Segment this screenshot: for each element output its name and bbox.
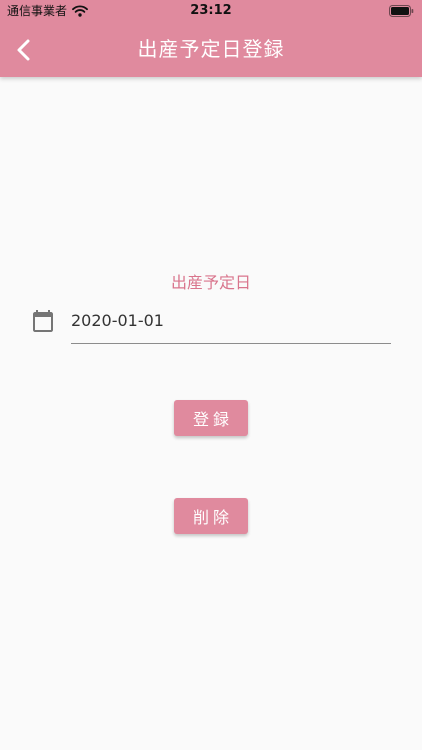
- navigation-bar: 出産予定日登録: [0, 22, 422, 77]
- page-title: 出産予定日登録: [137, 37, 285, 61]
- status-time: 23:12: [190, 3, 232, 18]
- chevron-left-icon: [17, 39, 30, 61]
- due-date-label: 出産予定日: [170, 273, 251, 292]
- battery-icon: [389, 5, 414, 17]
- status-bar: 通信事業者 23:12: [0, 0, 422, 22]
- app-bar: 通信事業者 23:12 出産予定日登録: [0, 0, 422, 77]
- back-button[interactable]: [8, 34, 40, 66]
- register-button[interactable]: 登録: [174, 400, 248, 436]
- due-date-input[interactable]: [71, 304, 391, 344]
- delete-button[interactable]: 削除: [174, 498, 248, 534]
- calendar-icon[interactable]: [31, 309, 55, 333]
